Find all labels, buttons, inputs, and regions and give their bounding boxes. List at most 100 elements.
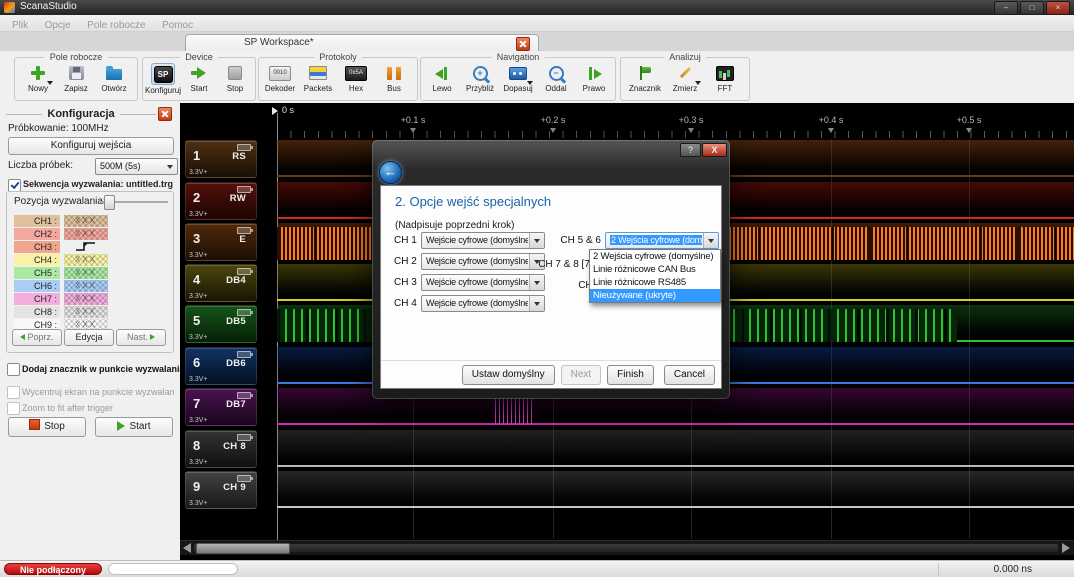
zoom-out-button[interactable]: − Oddal bbox=[537, 63, 575, 93]
dropdown-option[interactable]: 2 Wejścia cyfrowe (domyślne) bbox=[590, 250, 720, 263]
ch1-select[interactable]: Wejście cyfrowe (domyślne) bbox=[421, 232, 545, 249]
channel-block-ch9[interactable]: 9 CH 9 3.3V+ bbox=[185, 471, 257, 509]
minimize-button[interactable]: – bbox=[994, 1, 1018, 15]
scrollbar-track[interactable] bbox=[194, 544, 1058, 552]
divider bbox=[120, 114, 156, 115]
channel-block-db4[interactable]: 4 DB4 3.3V+ bbox=[185, 264, 257, 302]
scroll-right-icon[interactable] bbox=[1062, 543, 1070, 553]
dialog-footer: Ustaw domyślny Next Finish Cancel bbox=[381, 360, 721, 388]
channel-name: DB7 bbox=[226, 399, 246, 410]
bus-button[interactable]: Bus bbox=[375, 63, 413, 93]
dropdown-option-selected[interactable]: Nieużywane (ukryte) bbox=[590, 289, 720, 302]
fft-button[interactable]: FFT bbox=[705, 63, 745, 93]
toolbar: Pole robocze Nowy Zapisz Otwórz Device S… bbox=[0, 51, 1074, 104]
plus-icon bbox=[31, 66, 45, 80]
chevron-down-icon bbox=[695, 81, 701, 85]
fit-screen-button[interactable]: Dopasuj bbox=[499, 63, 537, 93]
prev-step-button[interactable]: Poprz. bbox=[12, 329, 62, 346]
divider bbox=[6, 114, 42, 115]
channel-block-rw[interactable]: 2 RW 3.3V+ bbox=[185, 182, 257, 220]
stop-button[interactable]: Stop bbox=[8, 417, 86, 437]
channel-name: CH 9 bbox=[223, 482, 246, 493]
finish-button[interactable]: Finish bbox=[607, 365, 654, 385]
edit-button[interactable]: Edycja bbox=[64, 329, 114, 346]
battery-icon bbox=[237, 186, 251, 193]
chevron-down-icon bbox=[47, 81, 53, 85]
hex-button[interactable]: 0x5A Hex bbox=[337, 63, 375, 93]
menu-bar: Plik Opcje Pole robocze Pomoc bbox=[0, 15, 1074, 32]
button-label: Dopasuj bbox=[499, 84, 537, 93]
channel-trigger-value: XXX bbox=[64, 306, 108, 318]
ch3-select[interactable]: Wejście cyfrowe (domyślne) bbox=[421, 274, 545, 291]
dropdown-option[interactable]: Linie różnicowe CAN Bus bbox=[590, 263, 720, 276]
samples-count-select[interactable]: 500M (5s) bbox=[95, 158, 178, 175]
channel-number: 6 bbox=[193, 355, 200, 370]
channel-block-db6[interactable]: 6 DB6 3.3V+ bbox=[185, 347, 257, 385]
measure-button[interactable]: Zmierz bbox=[665, 63, 705, 93]
sampling-rate-label: Próbkowanie: 100MHz bbox=[8, 123, 109, 134]
button-label: Start bbox=[129, 421, 150, 432]
chevron-down-icon bbox=[529, 296, 544, 311]
configure-inputs-button[interactable]: Konfiguruj wejścia bbox=[8, 137, 174, 155]
start-button[interactable]: Start bbox=[95, 417, 173, 437]
button-label: Zapisz bbox=[57, 84, 95, 93]
waveform-row-ch9[interactable] bbox=[277, 471, 1074, 509]
open-button[interactable]: Otwórz bbox=[95, 63, 133, 93]
group-label: Analizuj bbox=[664, 52, 706, 62]
flag-icon bbox=[638, 66, 652, 80]
stop-square-icon bbox=[228, 66, 242, 80]
group-analizuj: Analizuj Znacznik Zmierz FFT bbox=[620, 57, 750, 101]
maximize-button[interactable]: □ bbox=[1020, 1, 1044, 15]
ch56-select[interactable]: 2 Wejścia cyfrowe (domyślne) bbox=[605, 232, 719, 249]
packets-button[interactable]: Packets bbox=[299, 63, 337, 93]
tab-close-icon[interactable] bbox=[516, 37, 530, 51]
scrollbar-thumb[interactable] bbox=[196, 543, 290, 554]
arrow-right-bar-icon bbox=[587, 67, 602, 80]
button-label: Prawo bbox=[575, 84, 613, 93]
save-button[interactable]: Zapisz bbox=[57, 63, 95, 93]
pan-right-button[interactable]: Prawo bbox=[575, 63, 613, 93]
slider-thumb[interactable] bbox=[104, 195, 115, 210]
green-arrow-icon bbox=[191, 67, 207, 79]
waveform-row-ch8[interactable] bbox=[277, 430, 1074, 468]
new-button[interactable]: Nowy bbox=[19, 63, 57, 93]
zoom-in-button[interactable]: + Przybliż bbox=[461, 63, 499, 93]
channel-number: 8 bbox=[193, 438, 200, 453]
set-default-button[interactable]: Ustaw domyślny bbox=[462, 365, 555, 385]
zoom-fit-checkbox[interactable] bbox=[7, 402, 20, 415]
channel-block-e[interactable]: 3 E 3.3V+ bbox=[185, 223, 257, 261]
channel-block-db5[interactable]: 5 DB5 3.3V+ bbox=[185, 305, 257, 343]
start-capture-button[interactable]: Start bbox=[181, 63, 217, 93]
decoder-button[interactable]: 0010 Dekoder bbox=[261, 63, 299, 93]
center-screen-label: Wycentruj ekran na punkcie wyzwalan bbox=[22, 387, 175, 397]
dialog-close-button[interactable]: X bbox=[702, 143, 727, 157]
pan-left-button[interactable]: Lewo bbox=[423, 63, 461, 93]
sp-device-icon: SP bbox=[154, 66, 173, 83]
zoom-fit-label: Zoom to fit after trigger bbox=[22, 403, 113, 413]
ch4-select[interactable]: Wejście cyfrowe (domyślne) bbox=[421, 295, 545, 312]
configure-device-button[interactable]: SP Konfiguruj bbox=[145, 63, 181, 95]
back-arrow-button[interactable] bbox=[379, 161, 402, 184]
panel-close-icon[interactable] bbox=[158, 107, 172, 121]
scroll-left-icon[interactable] bbox=[183, 543, 191, 553]
cancel-button[interactable]: Cancel bbox=[664, 365, 715, 385]
channel-block-ch8[interactable]: 8 CH 8 3.3V+ bbox=[185, 430, 257, 468]
horizontal-scrollbar[interactable] bbox=[180, 540, 1074, 555]
stop-capture-button[interactable]: Stop bbox=[217, 63, 253, 93]
dialog-help-button[interactable]: ? bbox=[680, 143, 701, 157]
center-screen-checkbox[interactable] bbox=[7, 386, 20, 399]
channel-block-db7[interactable]: 7 DB7 3.3V+ bbox=[185, 388, 257, 426]
add-marker-label: Dodaj znacznik w punkcie wyzwalania bbox=[22, 364, 185, 374]
next-step-button[interactable]: Nast. bbox=[116, 329, 166, 346]
channel-trigger-value: XXX bbox=[64, 267, 108, 279]
marker-button[interactable]: Znacznik bbox=[625, 63, 665, 93]
channel-block-rs[interactable]: 1 RS 3.3V+ bbox=[185, 140, 257, 178]
divider bbox=[938, 563, 939, 576]
add-marker-checkbox[interactable] bbox=[7, 363, 20, 376]
select-value: Wejście cyfrowe (domyślne) bbox=[426, 298, 528, 308]
button-label: Zmierz bbox=[665, 84, 705, 93]
channel-voltage: 3.3V+ bbox=[189, 169, 208, 176]
close-button[interactable]: × bbox=[1046, 1, 1070, 15]
dropdown-option[interactable]: Linie różnicowe RS485 bbox=[590, 276, 720, 289]
tab-sp-workspace[interactable]: SP Workspace* bbox=[185, 34, 539, 52]
